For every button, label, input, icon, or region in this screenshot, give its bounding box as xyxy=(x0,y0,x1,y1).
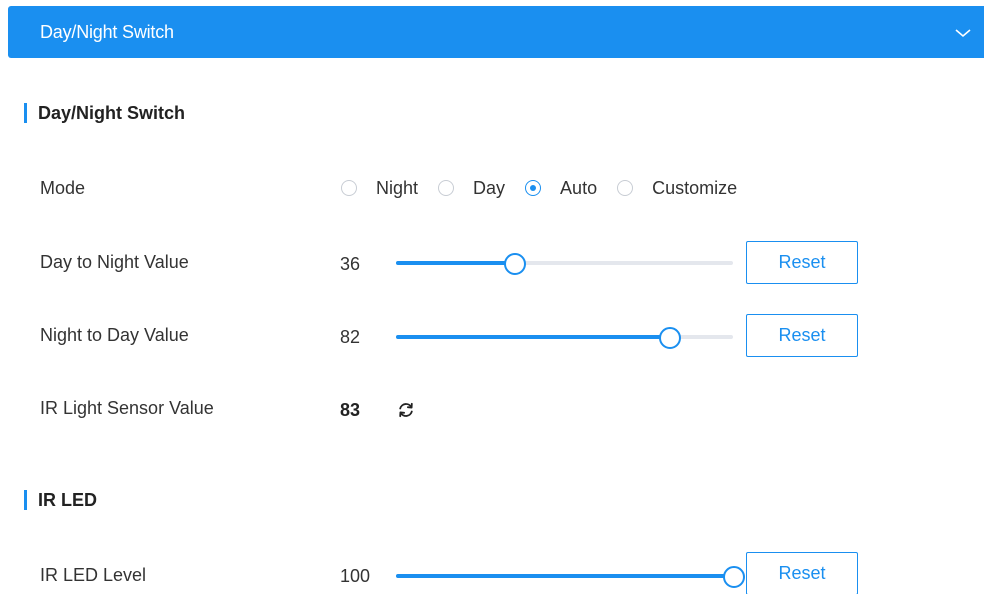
slider-fill xyxy=(396,574,733,578)
radio-customize[interactable]: Customize xyxy=(617,178,757,199)
radio-customize-label[interactable]: Customize xyxy=(652,178,737,199)
ir-sensor-label: IR Light Sensor Value xyxy=(40,398,214,418)
ir-sensor-value: 83 xyxy=(340,400,361,420)
section-title-text: IR LED xyxy=(38,490,98,510)
collapse-header[interactable]: Day/Night Switch xyxy=(8,6,984,58)
section-title-text: Day/Night Switch xyxy=(38,103,186,123)
page: Day/Night Switch Day/Night Switch Mode N… xyxy=(0,0,984,594)
section-accent-bar xyxy=(24,103,27,123)
night-to-day-label: Night to Day Value xyxy=(40,325,189,345)
section-title-day-night: Day/Night Switch xyxy=(24,102,185,124)
day-to-night-value: 36 xyxy=(340,254,361,274)
radio-auto[interactable]: Auto xyxy=(525,178,617,199)
radio-day-circle[interactable] xyxy=(438,180,455,196)
radio-auto-circle[interactable] xyxy=(525,180,542,196)
ir-led-level-reset-button[interactable]: Reset xyxy=(746,552,858,594)
night-to-day-slider[interactable] xyxy=(396,327,733,349)
day-to-night-label: Day to Night Value xyxy=(40,252,189,272)
radio-auto-label[interactable]: Auto xyxy=(560,178,597,199)
night-to-day-reset-button[interactable]: Reset xyxy=(746,314,858,357)
section-title-ir-led: IR LED xyxy=(24,489,97,511)
mode-radio-group: Night Day Auto Customize xyxy=(341,176,757,200)
day-to-night-reset-button[interactable]: Reset xyxy=(746,241,858,284)
slider-handle[interactable] xyxy=(723,566,745,588)
refresh-icon[interactable] xyxy=(396,400,416,420)
section-accent-bar xyxy=(24,490,27,510)
ir-led-level-label: IR LED Level xyxy=(40,565,147,585)
radio-night-circle[interactable] xyxy=(341,180,357,196)
slider-handle[interactable] xyxy=(503,253,526,275)
radio-night-label[interactable]: Night xyxy=(376,178,418,199)
radio-day[interactable]: Day xyxy=(438,178,525,199)
radio-customize-circle[interactable] xyxy=(617,180,634,196)
day-to-night-slider[interactable] xyxy=(396,253,733,275)
slider-fill xyxy=(396,335,669,339)
slider-fill xyxy=(396,261,514,265)
radio-day-label[interactable]: Day xyxy=(473,178,505,199)
mode-label: Mode xyxy=(40,178,86,198)
radio-night[interactable]: Night xyxy=(341,178,438,199)
ir-led-level-slider[interactable] xyxy=(396,566,745,588)
slider-handle[interactable] xyxy=(658,327,681,349)
ir-led-level-value: 100 xyxy=(340,566,371,586)
night-to-day-value: 82 xyxy=(340,327,361,347)
chevron-down-icon[interactable] xyxy=(954,26,972,40)
header-title: Day/Night Switch xyxy=(40,22,174,42)
